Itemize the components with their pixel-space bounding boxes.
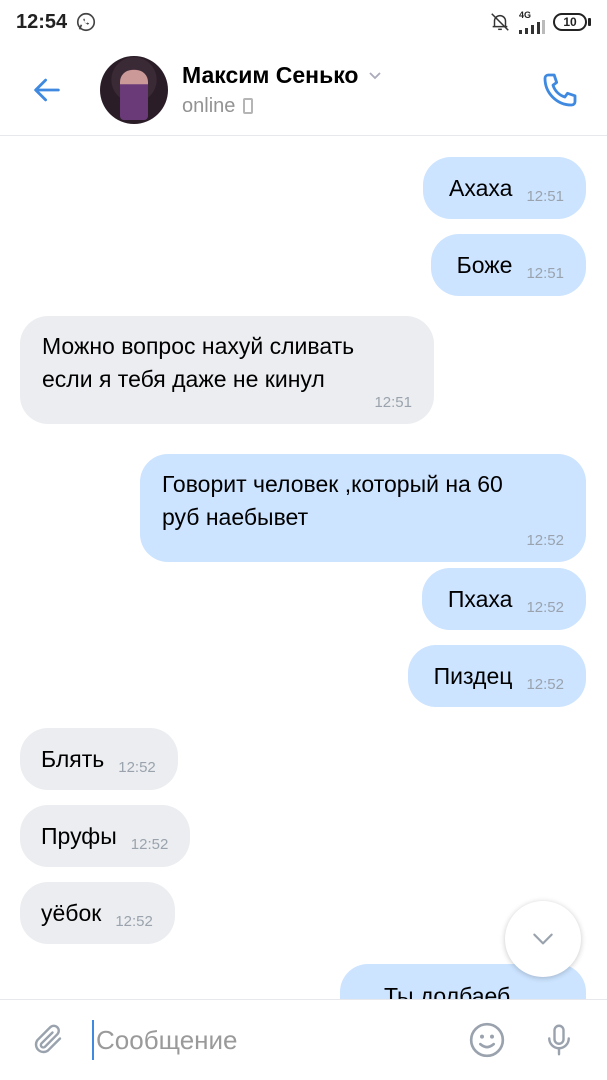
message-text: Пхаха [447,585,513,612]
message-text: Боже [456,251,513,278]
message-time: 12:52 [115,912,153,930]
contact-name: Максим Сенько [182,61,359,88]
message-time: 12:51 [374,394,412,411]
microphone-icon [548,1024,570,1056]
message-bubble-incoming[interactable]: Блять 12:52 [20,728,178,790]
contact-info[interactable]: Максим Сенько online [182,62,382,118]
message-time: 12:52 [118,758,156,776]
message-text: Ахаха [449,174,513,201]
message-bubble-outgoing[interactable]: Боже 12:51 [430,234,586,296]
call-button[interactable] [537,67,583,113]
message-time: 12:52 [526,675,564,693]
message-time: 12:52 [526,532,564,549]
message-bubble-outgoing[interactable]: Пхаха 12:52 [421,568,586,630]
message-text: Пиздец [433,662,513,689]
attach-icon [34,1024,62,1054]
chevron-down-icon [533,933,553,945]
message-composer: Сообщение [0,999,607,1080]
message-list[interactable]: Ахаха 12:51 Боже 12:51 Можно вопрос наху… [0,137,607,999]
whatsapp-icon [77,12,96,32]
battery-icon: 10 [553,13,591,31]
message-placeholder: Сообщение [96,1024,238,1055]
signal-icon [519,20,545,34]
message-text: Говорит человек ,который на 60 руб наебы… [162,471,503,530]
message-text: Ты долбаеб [384,983,511,999]
message-input[interactable]: Сообщение [92,1018,465,1062]
network-type: 4G [519,10,532,20]
text-cursor [92,1020,94,1060]
avatar[interactable] [100,55,168,124]
message-time: 12:51 [526,264,564,282]
message-bubble-incoming[interactable]: Можно вопрос нахуй сливать если я тебя д… [20,316,434,424]
mute-bell-icon [491,13,509,31]
contact-status: online [182,94,236,117]
status-bar: 12:54 4G 10 [0,0,607,44]
voice-message-button[interactable] [537,1018,581,1062]
message-bubble-outgoing[interactable]: Ахаха 12:51 [423,157,586,219]
back-arrow-icon [34,78,60,101]
chat-header: Максим Сенько online [0,44,607,136]
phone-call-icon [543,73,577,106]
message-bubble-incoming[interactable]: уёбок 12:52 [20,882,175,944]
message-text: уёбок [41,899,102,926]
message-bubble-incoming[interactable]: Пруфы 12:52 [20,805,191,867]
signal-indicator: 4G [519,10,545,34]
status-time: 12:54 [16,10,68,33]
battery-level: 10 [563,15,577,29]
emoji-icon [469,1022,505,1058]
message-text: Можно вопрос нахуй сливать если я тебя д… [42,333,355,392]
message-time: 12:52 [526,598,564,616]
attach-button[interactable] [26,1018,70,1062]
scroll-down-button[interactable] [505,901,581,977]
mobile-phone-icon [243,98,254,114]
message-text: Блять [41,745,105,772]
message-bubble-outgoing[interactable]: Пиздец 12:52 [407,645,586,707]
message-text: Пруфы [41,822,117,849]
emoji-button[interactable] [465,1018,509,1062]
message-time: 12:51 [526,187,564,205]
chevron-down-icon [369,72,382,80]
message-time: 12:52 [130,835,169,853]
message-bubble-outgoing[interactable]: Говорит человек ,который на 60 руб наебы… [140,454,586,562]
back-button[interactable] [24,67,70,113]
